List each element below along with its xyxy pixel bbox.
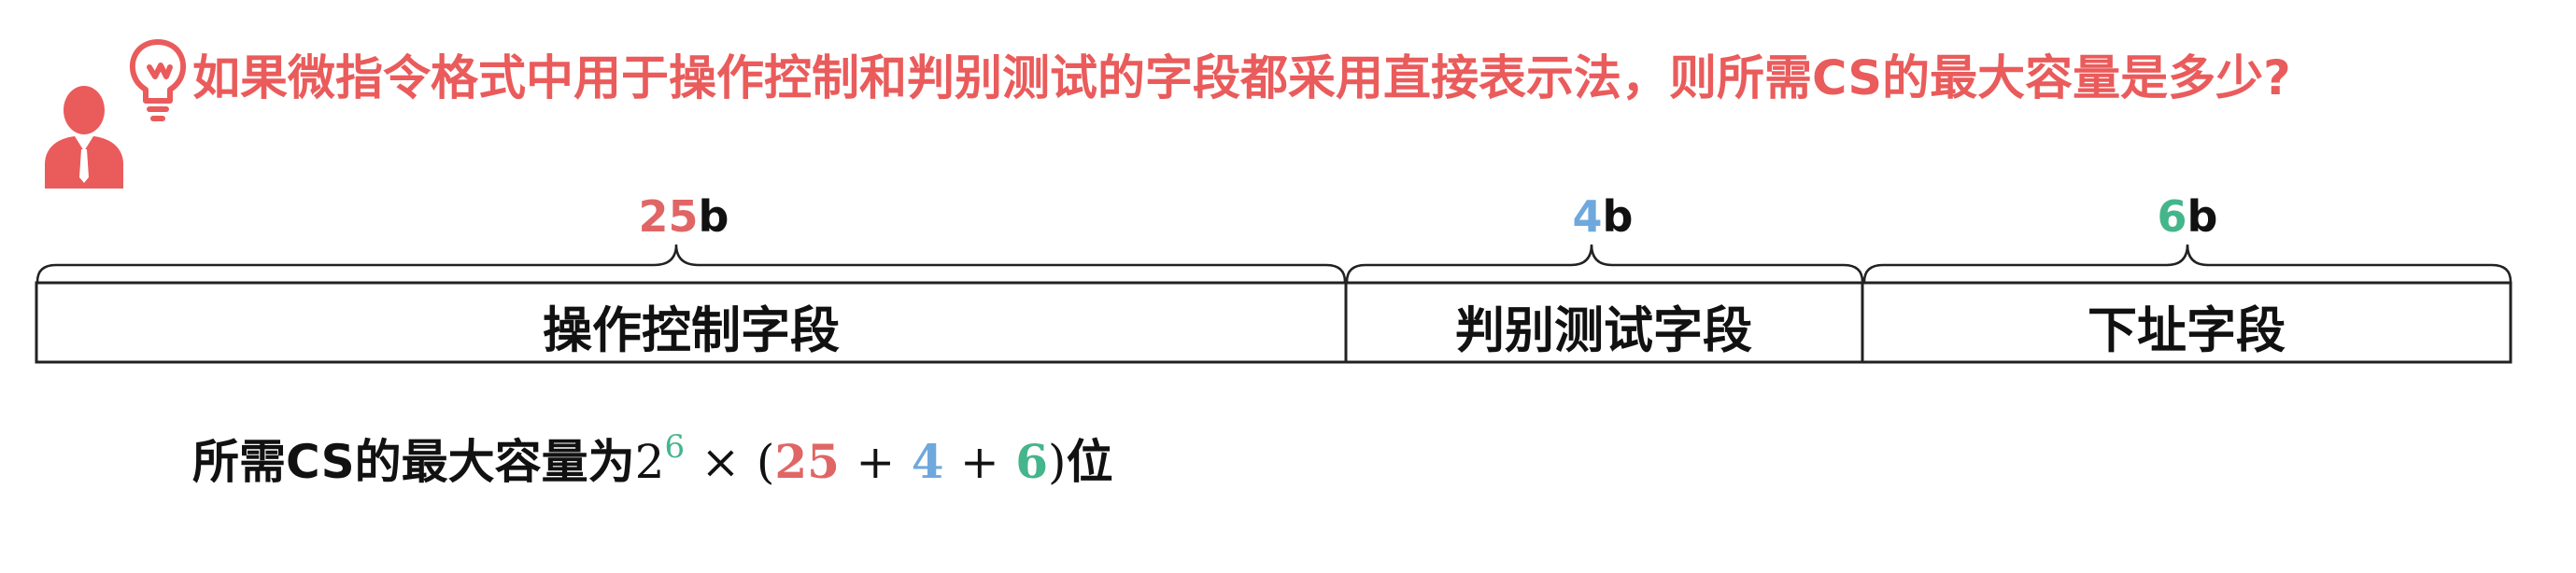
formula-close-paren: ) [1048,435,1067,489]
question-text: 如果微指令格式中用于操作控制和判别测试的字段都采用直接表示法，则所需CS的最大容… [192,51,2291,106]
formula-term-judgment-test: 4 [911,434,944,489]
brace-next-address [1862,244,2512,283]
formula-suffix: 位 [1066,435,1113,489]
formula-prefix: 所需CS的最大容量为 [192,435,635,489]
field-width-next-address: 6b [2157,191,2218,242]
field-width-operation-control: 25b [638,191,729,242]
formula-term-operation-control: 25 [774,434,840,489]
formula-exponent: 6 [664,428,686,466]
person-with-idea-icon [45,39,187,189]
formula-plus-1: + [856,435,896,489]
field-label-judgment-test: 判别测试字段 [1455,302,1752,359]
formula-term-next-address: 6 [1015,434,1049,489]
formula-times: × [701,435,741,489]
formula-open-paren: ( [756,435,775,489]
field-label-operation-control: 操作控制字段 [543,302,840,359]
field-label-next-address: 下址字段 [2088,302,2286,359]
field-width-judgment-test: 4b [1572,191,1634,242]
formula-plus-2: + [959,435,999,489]
formula-base: 2 [634,435,665,489]
brace-operation-control [35,244,1347,283]
capacity-formula: 所需CS的最大容量为26 × (25 + 4 + 6)位 [192,425,1113,492]
brace-judgment-test [1345,244,1864,283]
